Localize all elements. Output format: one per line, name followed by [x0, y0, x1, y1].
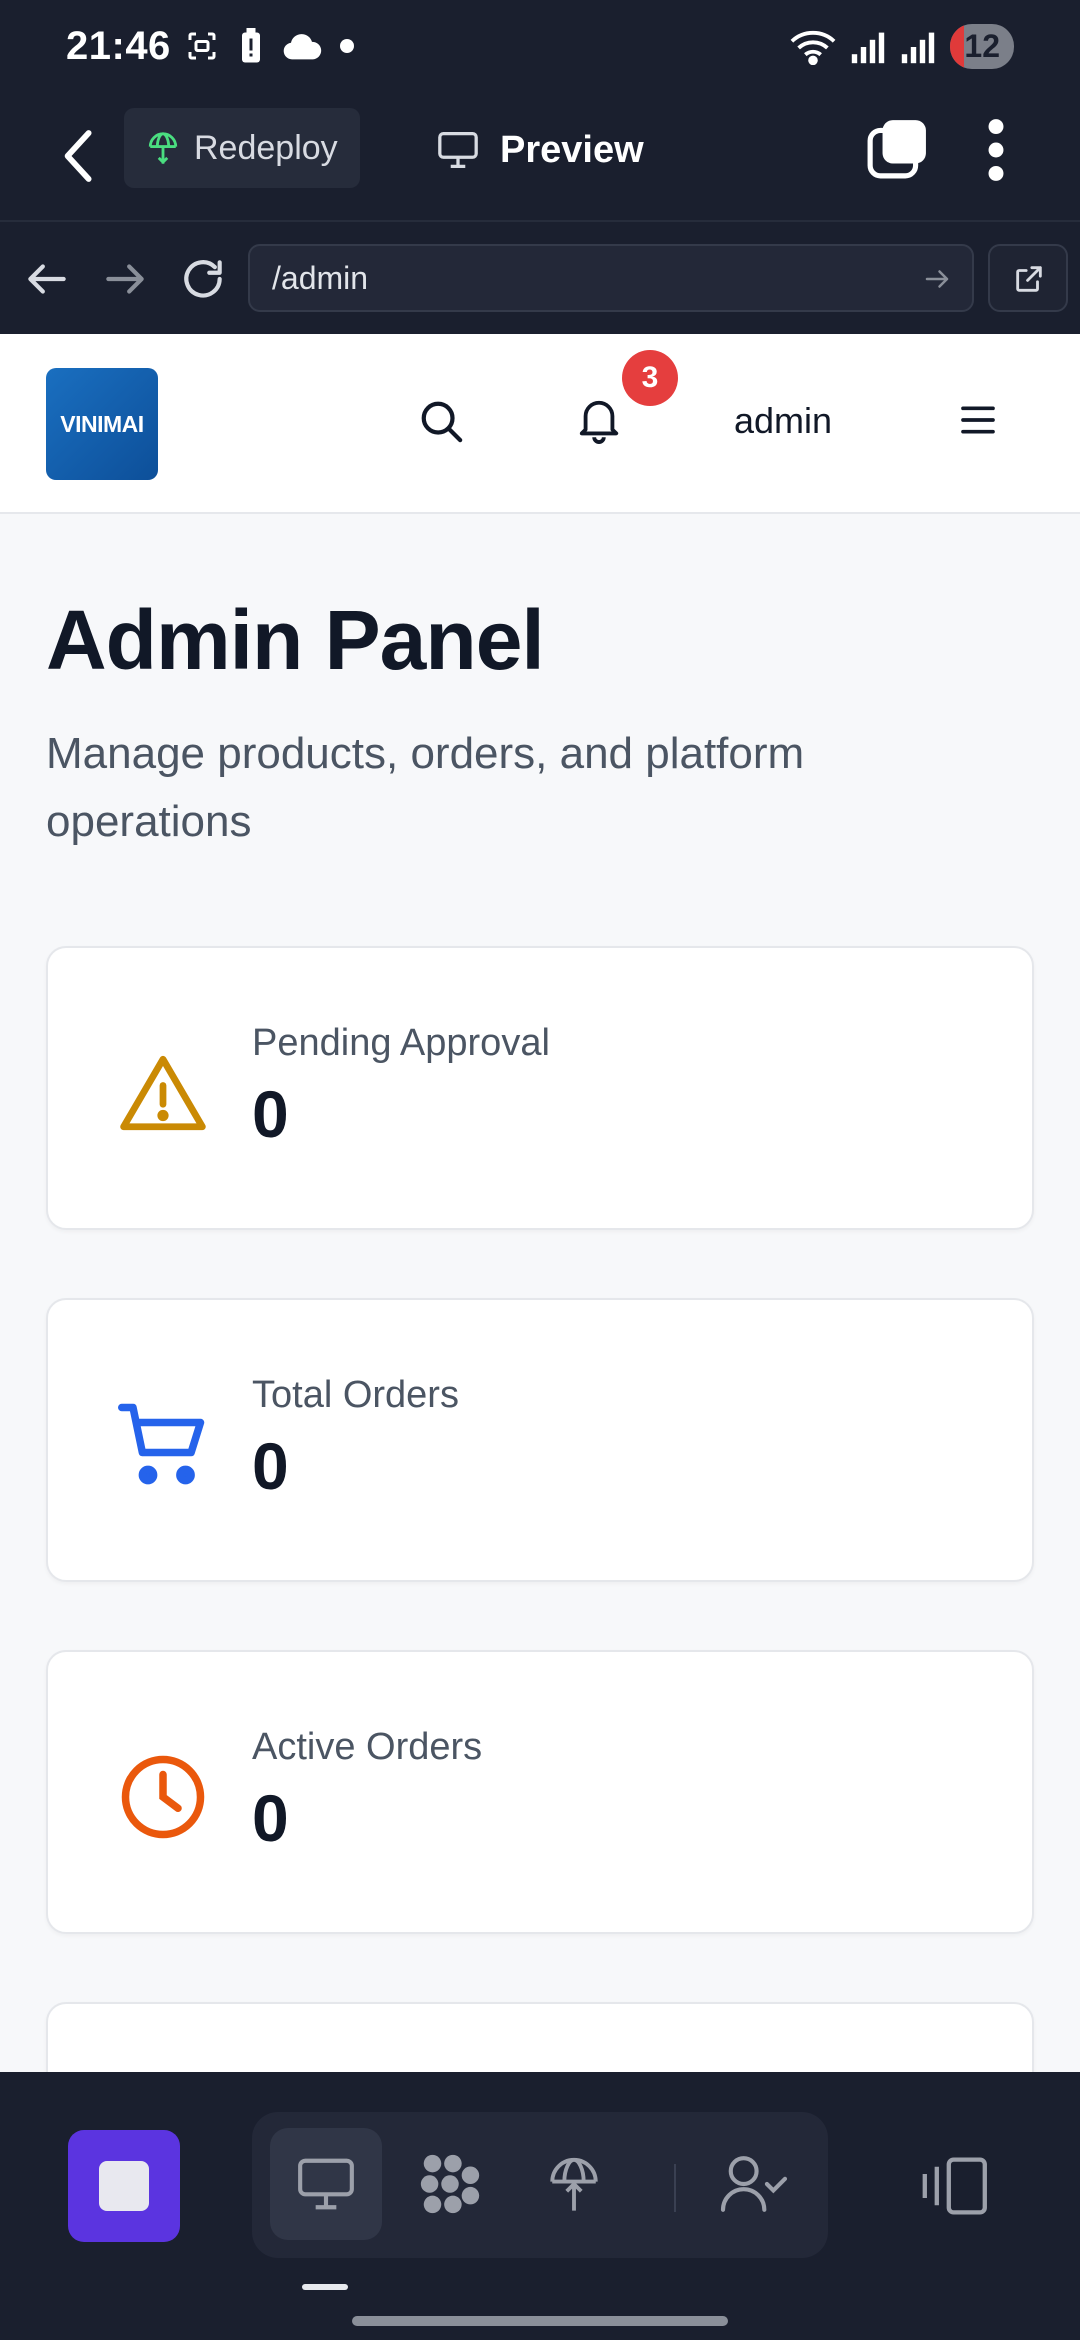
dock-active-indicator: [302, 2284, 348, 2290]
stop-button[interactable]: [68, 2130, 180, 2242]
user-check-icon: [720, 2156, 788, 2212]
stat-value: 0: [252, 1077, 289, 1151]
hamburger-menu-icon[interactable]: [958, 400, 998, 440]
status-time: 21:46: [66, 24, 171, 68]
user-name[interactable]: admin: [734, 400, 832, 442]
molecules-icon: [420, 2154, 480, 2214]
status-bar: 21:46 12: [0, 0, 1080, 96]
cart-icon: [118, 1403, 205, 1485]
open-external-button[interactable]: [988, 244, 1068, 312]
dot-icon: [340, 39, 354, 53]
monitor-icon: [298, 2158, 354, 2210]
home-indicator[interactable]: [352, 2316, 728, 2326]
nav-forward-icon[interactable]: [100, 254, 150, 304]
signal-icon: [852, 32, 885, 63]
url-go-icon[interactable]: [922, 264, 952, 294]
notification-badge: 3: [622, 350, 678, 406]
search-icon[interactable]: [418, 398, 464, 444]
url-text: /admin: [272, 259, 369, 296]
stat-label: Pending Approval: [252, 1022, 550, 1064]
stat-label: Total Orders: [252, 1374, 459, 1416]
site-logo[interactable]: VINIMAI: [46, 368, 158, 480]
status-left-icons: [184, 28, 354, 64]
url-field[interactable]: /admin: [248, 244, 974, 312]
dock-group: [252, 2112, 828, 2258]
dock-users-button[interactable]: [698, 2128, 810, 2240]
clock-icon: [121, 1755, 205, 1839]
wifi-icon: [791, 30, 836, 65]
tabs-icon[interactable]: [866, 118, 928, 180]
dock-preview-button[interactable]: [270, 2128, 382, 2240]
redeploy-button[interactable]: Redeploy: [124, 108, 360, 188]
stat-card-active-orders[interactable]: Active Orders 0: [46, 1650, 1034, 1934]
stat-card-partial[interactable]: [46, 2002, 1034, 2072]
stat-label: Active Orders: [252, 1726, 483, 1768]
site-header: VINIMAI 3 admin: [0, 334, 1080, 514]
app-bar: Redeploy Preview: [0, 96, 1080, 220]
battery-indicator: 12: [950, 24, 1014, 69]
page-title: Admin Panel: [46, 593, 545, 687]
stop-icon: [99, 2161, 149, 2211]
dock-integrations-button[interactable]: [394, 2128, 506, 2240]
page-subtitle: Manage products, orders, and platform op…: [46, 729, 805, 846]
status-right-icons: 12: [790, 24, 1014, 69]
browser-bar: /admin: [0, 220, 1080, 334]
reload-icon[interactable]: [178, 254, 228, 304]
bottom-dock: [0, 2072, 1080, 2340]
cloud-icon: [283, 34, 322, 60]
dock-deploy-button[interactable]: [518, 2128, 630, 2240]
preview-button[interactable]: Preview: [436, 110, 644, 190]
stat-value: 0: [252, 1781, 289, 1855]
stat-card-total-orders[interactable]: Total Orders 0: [46, 1298, 1034, 1582]
panel-toggle-icon[interactable]: [920, 2154, 992, 2218]
external-link-icon: [1016, 266, 1042, 292]
signal-icon-2: [902, 32, 935, 63]
battery-alert-icon: [242, 28, 260, 63]
redeploy-label: Redeploy: [194, 128, 338, 167]
notification-bell-icon[interactable]: [576, 394, 622, 446]
screenshot-icon: [188, 32, 216, 60]
web-content: VINIMAI 3 admin Admin Panel Manage produ…: [0, 334, 1080, 2072]
monitor-icon: [438, 131, 478, 168]
back-arrow-icon[interactable]: [58, 124, 104, 188]
more-options-icon[interactable]: [982, 118, 1010, 182]
dock-separator: [674, 2164, 676, 2212]
nav-back-icon[interactable]: [22, 254, 72, 304]
preview-label: Preview: [500, 128, 644, 171]
stat-value: 0: [252, 1429, 289, 1503]
redeploy-icon: [148, 132, 178, 165]
stat-card-pending-approval[interactable]: Pending Approval 0: [46, 946, 1034, 1230]
warning-icon: [120, 1055, 206, 1131]
deploy-icon: [550, 2157, 598, 2211]
